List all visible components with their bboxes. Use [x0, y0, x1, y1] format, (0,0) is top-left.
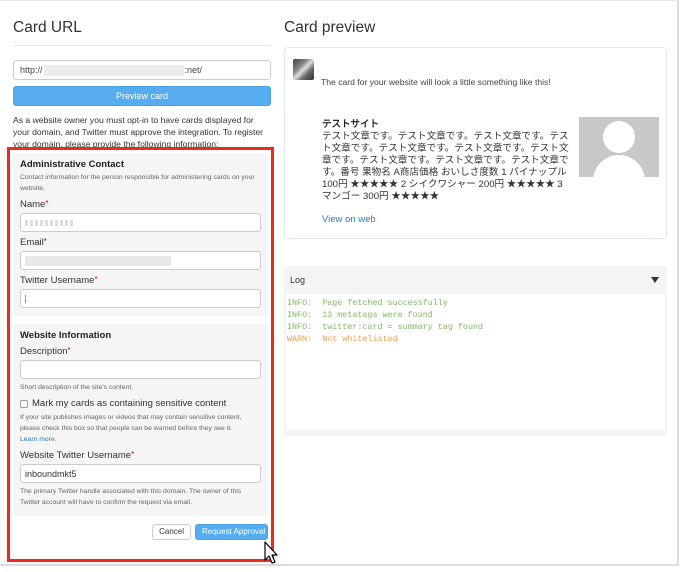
sensitive-content-help: If your site publishes images or videos …: [20, 414, 242, 432]
placeholder-user-image-icon: [579, 117, 659, 177]
description-field[interactable]: [20, 360, 261, 379]
card-url-input[interactable]: http:// :net/: [13, 60, 271, 80]
email-label: Email*: [20, 237, 47, 248]
card-preview-message: The card for your website will look a li…: [321, 77, 551, 87]
name-field[interactable]: [20, 213, 261, 232]
website-twitter-help: The primary Twitter handle associated wi…: [20, 488, 242, 506]
opt-in-intro: As a website owner you must opt-in to ha…: [13, 115, 263, 149]
log-message: twitter:card = summary tag found: [322, 322, 484, 332]
log-panel: Log INFO: Page fetched successfully INFO:…: [284, 266, 667, 436]
required-mark: *: [94, 275, 98, 284]
log-line: INFO: Page fetched successfully: [287, 297, 664, 309]
website-twitter-field[interactable]: inboundmkt5: [20, 464, 261, 483]
required-mark: *: [43, 237, 47, 246]
admin-section-title: Administrative Contact: [20, 159, 124, 170]
email-field[interactable]: [20, 251, 261, 270]
website-twitter-label: Website Twitter Username*: [20, 450, 135, 461]
form-actions: Cancel Request Approval: [10, 524, 268, 540]
learn-more-link[interactable]: Learn more.: [20, 434, 261, 445]
administrative-contact-section: Administrative Contact Contact informati…: [13, 153, 268, 316]
card-description: テスト文章です。テスト文章です。テスト文章です。テスト文章です。テスト文章です。…: [322, 131, 569, 202]
required-mark: *: [45, 199, 49, 208]
log-message: Not whitelisted: [322, 334, 398, 344]
avatar: [293, 59, 314, 80]
description-help: Short description of the site's content.: [20, 384, 134, 391]
card-preview: The card for your website will look a li…: [284, 47, 667, 239]
twitter-username-label: Twitter Username*: [20, 275, 98, 286]
name-redacted: [25, 219, 75, 226]
log-level: INFO:: [287, 298, 313, 308]
log-header[interactable]: Log: [284, 266, 667, 294]
view-on-web-link[interactable]: View on web: [322, 214, 376, 225]
log-level: INFO:: [287, 322, 313, 332]
website-information-section: Website Information Description* Short d…: [13, 324, 268, 516]
log-level: INFO:: [287, 310, 313, 320]
sensitive-content-checkbox[interactable]: [20, 399, 28, 408]
log-output: INFO: Page fetched successfully INFO: 13 …: [286, 294, 665, 430]
card-site-title: テストサイト: [322, 119, 380, 130]
request-approval-button[interactable]: Request Approval: [195, 524, 268, 540]
cancel-button[interactable]: Cancel: [152, 524, 191, 540]
website-section-title: Website Information: [20, 330, 112, 341]
caret-down-icon[interactable]: [651, 277, 659, 283]
log-message: Page fetched successfully: [322, 298, 448, 308]
log-line: WARN: Not whitelisted: [287, 333, 664, 345]
log-level: WARN:: [287, 334, 313, 344]
name-label: Name*: [20, 199, 49, 210]
card-url-panel: Card URL http:// :net/ Preview card As a…: [13, 0, 271, 150]
website-twitter-value: inboundmkt5: [25, 468, 77, 479]
url-redacted: [43, 64, 184, 76]
twitter-username-field[interactable]: [20, 289, 261, 308]
log-line: INFO: twitter:card = summary tag found: [287, 321, 664, 333]
card-url-title: Card URL: [13, 19, 82, 36]
log-line: INFO: 13 metatags were found: [287, 309, 664, 321]
sensitive-content-option[interactable]: Mark my cards as containing sensitive co…: [20, 398, 261, 409]
text-caret: [25, 294, 26, 303]
mouse-pointer-icon: [264, 541, 278, 564]
registration-form-highlight: Administrative Contact Contact informati…: [7, 147, 274, 562]
description-label: Description*: [20, 346, 71, 357]
email-redacted: [25, 255, 171, 266]
url-suffix: :net/: [184, 65, 203, 75]
log-message: 13 metatags were found: [322, 310, 433, 320]
required-mark: *: [67, 346, 71, 355]
preview-card-button[interactable]: Preview card: [13, 86, 271, 106]
title-divider: [13, 45, 271, 46]
card-preview-title: Card preview: [284, 19, 376, 36]
url-prefix: http://: [20, 65, 43, 75]
log-title: Log: [290, 275, 306, 285]
card-preview-panel: Card preview The card for your website w…: [284, 0, 667, 436]
admin-section-description: Contact information for the person respo…: [20, 174, 255, 192]
sensitive-content-label[interactable]: Mark my cards as containing sensitive co…: [32, 398, 226, 409]
required-mark: *: [131, 450, 135, 459]
